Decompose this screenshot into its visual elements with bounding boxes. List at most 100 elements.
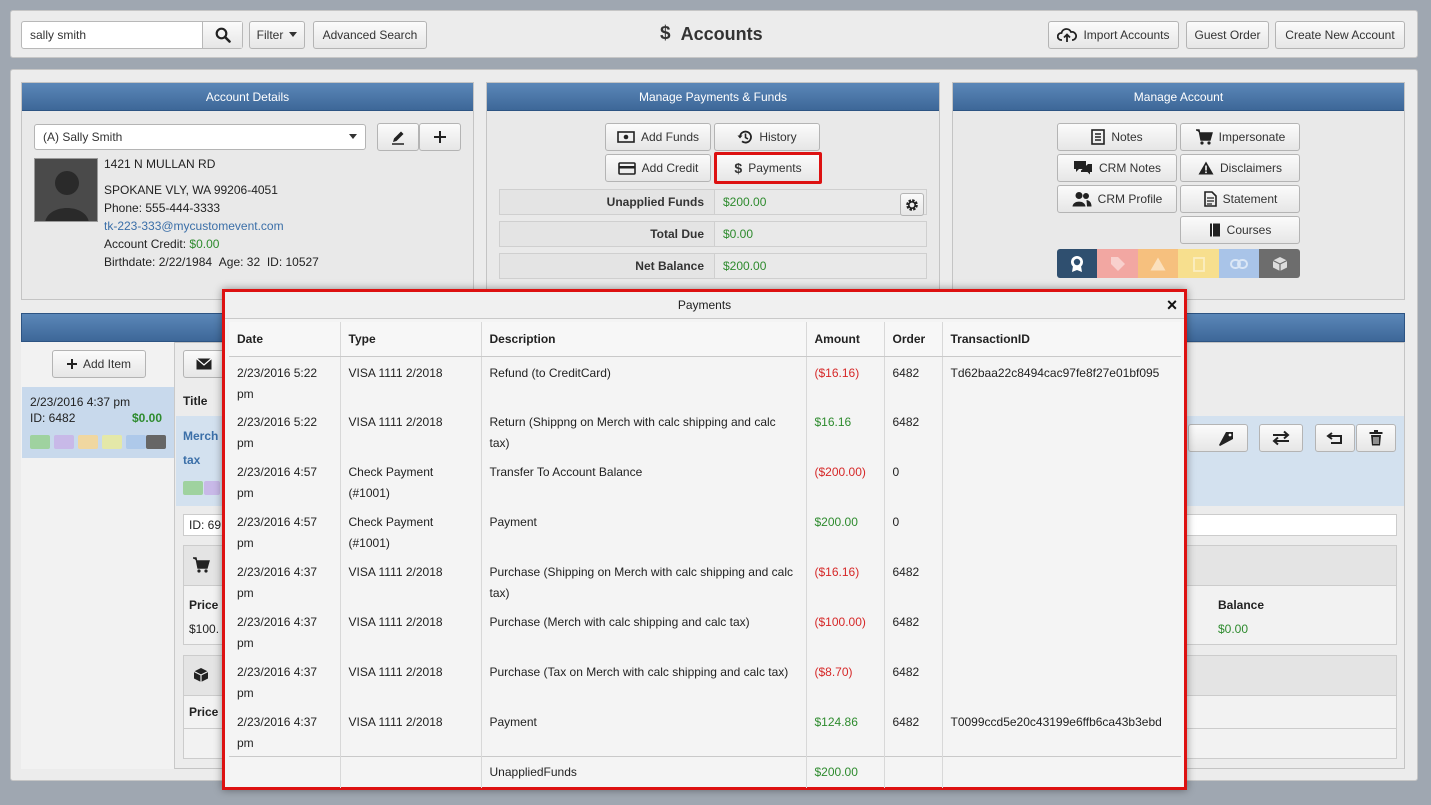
advanced-search-label: Advanced Search <box>322 28 418 42</box>
manage-account-heading-text: Manage Account <box>1133 89 1224 104</box>
birthdate-line: Birthdate: 2/22/1984 Age: 32 ID: 10527 <box>104 255 319 269</box>
plus-icon <box>66 359 77 369</box>
alert-badge[interactable] <box>1138 249 1178 278</box>
link-badge[interactable] <box>1219 249 1259 278</box>
payment-order: 6482 <box>884 606 943 656</box>
address-line2: SPOKANE VLY, WA 99206-4051 <box>104 183 278 197</box>
add-item-button[interactable]: Add Item <box>52 350 146 378</box>
payment-transaction-id <box>942 656 1181 706</box>
footer-empty-cell <box>884 755 943 788</box>
guest-order-label: Guest Order <box>1194 28 1261 42</box>
create-account-button[interactable]: Create New Account <box>1275 21 1405 49</box>
create-account-label: Create New Account <box>1285 28 1395 42</box>
col-order: Order <box>884 322 943 357</box>
search-button[interactable] <box>202 22 242 48</box>
pencil-icon <box>392 131 404 145</box>
guest-order-button[interactable]: Guest Order <box>1186 21 1269 49</box>
order-list-item[interactable]: 2/23/2016 4:37 pm ID: 6482 $0.00 <box>22 387 174 458</box>
email-button[interactable] <box>183 350 225 378</box>
payment-transaction-id <box>942 506 1181 556</box>
avatar <box>34 158 98 222</box>
total-due-row: Total Due $0.00 <box>499 221 927 247</box>
payment-amount: $124.86 <box>806 706 885 756</box>
caret-down-icon <box>349 134 357 139</box>
advanced-search-button[interactable]: Advanced Search <box>313 21 427 49</box>
courses-button[interactable]: Courses <box>1180 216 1300 244</box>
return-icon <box>1326 432 1342 444</box>
history-button[interactable]: History <box>714 123 820 151</box>
payments-button[interactable]: $ Payments <box>714 152 822 184</box>
disclaimers-button[interactable]: Disclaimers <box>1180 154 1300 182</box>
table-row: 2/23/2016 5:22 pm VISA 1111 2/2018 Return … <box>229 406 1181 456</box>
box-badge <box>146 435 166 449</box>
payment-transaction-id <box>942 606 1181 656</box>
payment-transaction-id <box>942 406 1181 456</box>
footer-empty-cell <box>229 755 341 788</box>
impersonate-label: Impersonate <box>1218 130 1286 144</box>
payment-date: 2/23/2016 4:37 pm <box>229 556 341 606</box>
payment-order: 6482 <box>884 556 943 606</box>
item-tax-text: tax <box>183 453 201 467</box>
comments-icon <box>1073 161 1092 175</box>
payment-type: VISA 1111 2/2018 <box>340 406 482 456</box>
price-label-2: Price <box>189 705 219 719</box>
payment-amount: ($200.00) <box>806 456 885 506</box>
modal-close-button[interactable]: × <box>1164 295 1180 315</box>
clipboard-badge[interactable] <box>1178 249 1219 278</box>
settings-button[interactable] <box>900 193 924 216</box>
exchange-button[interactable] <box>1259 424 1303 452</box>
payment-description: Purchase (Tax on Merch with calc shippin… <box>481 656 807 706</box>
table-row: 2/23/2016 5:22 pm VISA 1111 2/2018 Refund … <box>229 356 1181 406</box>
add-credit-button[interactable]: Add Credit <box>605 154 711 182</box>
import-accounts-button[interactable]: Import Accounts <box>1048 21 1179 49</box>
col-description: Description <box>481 322 807 357</box>
age: Age: 32 <box>218 255 261 269</box>
account-select[interactable]: (A) Sally Smith <box>34 124 366 150</box>
filter-dropdown[interactable]: Filter <box>249 21 305 49</box>
page-title: $ Accounts <box>660 23 763 45</box>
payment-date: 2/23/2016 5:22 pm <box>229 406 341 456</box>
account-credit-value: $0.00 <box>189 237 220 251</box>
money-icon <box>617 131 635 143</box>
edit-account-button[interactable] <box>377 123 419 151</box>
discount-button[interactable] <box>1188 424 1248 452</box>
caret-down-icon <box>289 32 298 37</box>
crm-profile-button[interactable]: CRM Profile <box>1057 185 1177 213</box>
gear-icon <box>906 198 918 211</box>
notes-label: Notes <box>1111 130 1143 144</box>
account-details-heading-text: Account Details <box>205 89 290 104</box>
crm-notes-label: CRM Notes <box>1098 161 1161 175</box>
payment-date: 2/23/2016 4:57 pm <box>229 506 341 556</box>
notes-icon <box>1091 129 1106 145</box>
account-credit-label: Account Credit: <box>104 237 187 251</box>
plus-icon <box>434 131 446 143</box>
disclaimers-label: Disclaimers <box>1219 161 1282 175</box>
payment-order: 0 <box>884 456 943 506</box>
email-link[interactable]: tk-223-333@mycustomevent.com <box>104 219 284 233</box>
payment-order: 6482 <box>884 356 943 406</box>
payment-description: Transfer To Account Balance <box>481 456 807 506</box>
box-badge[interactable] <box>1259 249 1300 278</box>
tag-badge <box>204 481 220 495</box>
crm-notes-button[interactable]: CRM Notes <box>1057 154 1177 182</box>
item-merch-text[interactable]: Merch <box>183 429 218 443</box>
return-button[interactable] <box>1315 424 1355 452</box>
impersonate-button[interactable]: Impersonate <box>1180 123 1300 151</box>
crm-profile-label: CRM Profile <box>1097 192 1163 206</box>
table-row: 2/23/2016 4:37 pm VISA 1111 2/2018 Purchas… <box>229 556 1181 606</box>
search-input[interactable] <box>22 22 202 48</box>
sync-badge <box>183 481 203 495</box>
footer-empty-cell <box>340 755 482 788</box>
payment-description: Purchase (Shipping on Merch with calc sh… <box>481 556 807 606</box>
statement-button[interactable]: Statement <box>1180 185 1300 213</box>
notes-button[interactable]: Notes <box>1057 123 1177 151</box>
add-funds-button[interactable]: Add Funds <box>605 123 711 151</box>
statement-label: Statement <box>1222 192 1278 206</box>
tag-badge[interactable] <box>1097 249 1138 278</box>
award-badge[interactable] <box>1057 249 1097 278</box>
delete-button[interactable] <box>1356 424 1396 452</box>
col-date: Date <box>229 322 341 357</box>
page-title-text: Accounts <box>680 23 763 44</box>
payment-order: 0 <box>884 506 943 556</box>
add-account-button[interactable] <box>419 123 461 151</box>
